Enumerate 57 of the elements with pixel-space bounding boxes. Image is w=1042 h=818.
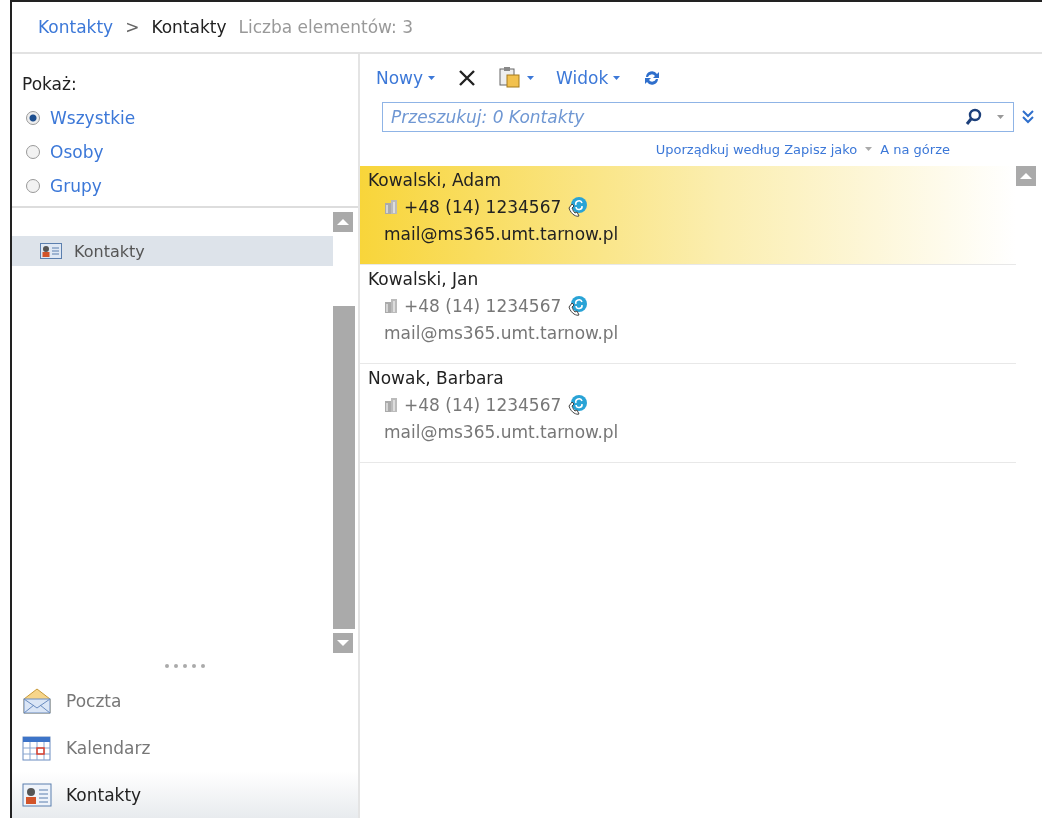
triangle-down-icon: [337, 640, 349, 646]
building-icon: [384, 199, 398, 215]
radio-button[interactable]: [26, 111, 40, 125]
contact-phone: +48 (14) 1234567: [404, 197, 562, 217]
expand-icon[interactable]: [1022, 110, 1034, 124]
delete-icon[interactable]: [457, 68, 478, 88]
filter-option[interactable]: Wszystkie: [22, 108, 358, 128]
contact-email: mail@ms365.umt.tarnow.pl: [383, 224, 620, 244]
caret-icon[interactable]: [865, 147, 873, 151]
contact-card-icon: [22, 780, 52, 809]
move-button[interactable]: [499, 67, 535, 89]
scroll-down-button[interactable]: [333, 633, 353, 653]
calendar-icon: [22, 733, 52, 762]
contact-phone: +48 (14) 1234567: [404, 395, 562, 415]
scroll-up-button[interactable]: [1016, 166, 1036, 186]
phone-call-icon[interactable]: [567, 196, 590, 218]
contact-item[interactable]: Nowak, Barbara +48 (14) 1234567 mail@ms365.umt.tarnow.pl: [360, 364, 1016, 463]
new-button[interactable]: Nowy: [376, 68, 436, 88]
contact-item[interactable]: Kowalski, Adam +48 (14) 1234567 mail@ms365.umt.tarnow.pl: [360, 166, 1016, 265]
contact-name: Nowak, Barbara: [368, 368, 505, 388]
breadcrumb-current: Kontakty: [151, 17, 227, 37]
view-button[interactable]: Widok: [556, 68, 621, 88]
triangle-up-icon: [337, 219, 349, 225]
search-field[interactable]: Przeszukuj: 0 Kontakty: [382, 102, 1014, 132]
triangle-up-icon: [1020, 173, 1032, 179]
folder-item[interactable]: Kontakty: [12, 236, 333, 266]
phone-call-icon[interactable]: [567, 295, 590, 317]
sort-by-link[interactable]: Uporządkuj według Zapisz jako: [655, 141, 858, 157]
contact-name: Kowalski, Adam: [368, 170, 503, 190]
sort-order-link[interactable]: A na górze: [880, 141, 950, 157]
scroll-up-button[interactable]: [333, 212, 353, 232]
caret-icon[interactable]: [997, 115, 1004, 119]
building-icon: [384, 397, 398, 413]
contact-card-icon: [40, 243, 62, 259]
contact-email: mail@ms365.umt.tarnow.pl: [383, 422, 620, 442]
breadcrumb-separator: >: [125, 17, 140, 37]
radio-button[interactable]: [26, 179, 40, 193]
contact-item[interactable]: Kowalski, Jan +48 (14) 1234567 mail@ms365.umt.tarnow.pl: [360, 265, 1016, 364]
caret-icon: [428, 76, 436, 80]
item-count: Liczba elementów: 3: [238, 17, 414, 37]
contact-name: Kowalski, Jan: [368, 269, 480, 289]
radio-button[interactable]: [26, 145, 40, 159]
breadcrumb-link[interactable]: Kontakty: [38, 17, 114, 37]
search-icon[interactable]: [965, 108, 983, 126]
phone-call-icon[interactable]: [567, 394, 590, 416]
contact-email: mail@ms365.umt.tarnow.pl: [383, 323, 620, 343]
filter-option[interactable]: Grupy: [22, 176, 358, 196]
caret-icon: [613, 76, 621, 80]
building-icon: [384, 298, 398, 314]
contact-phone: +48 (14) 1234567: [404, 296, 562, 316]
filter-option[interactable]: Osoby: [22, 142, 358, 162]
envelope-icon: [22, 686, 52, 715]
nav-item[interactable]: Kalendarz: [12, 724, 358, 771]
filter-label: Pokaż:: [22, 74, 78, 94]
caret-icon: [527, 76, 535, 80]
scrollbar[interactable]: [333, 212, 355, 655]
nav-item[interactable]: Poczta: [12, 677, 358, 724]
